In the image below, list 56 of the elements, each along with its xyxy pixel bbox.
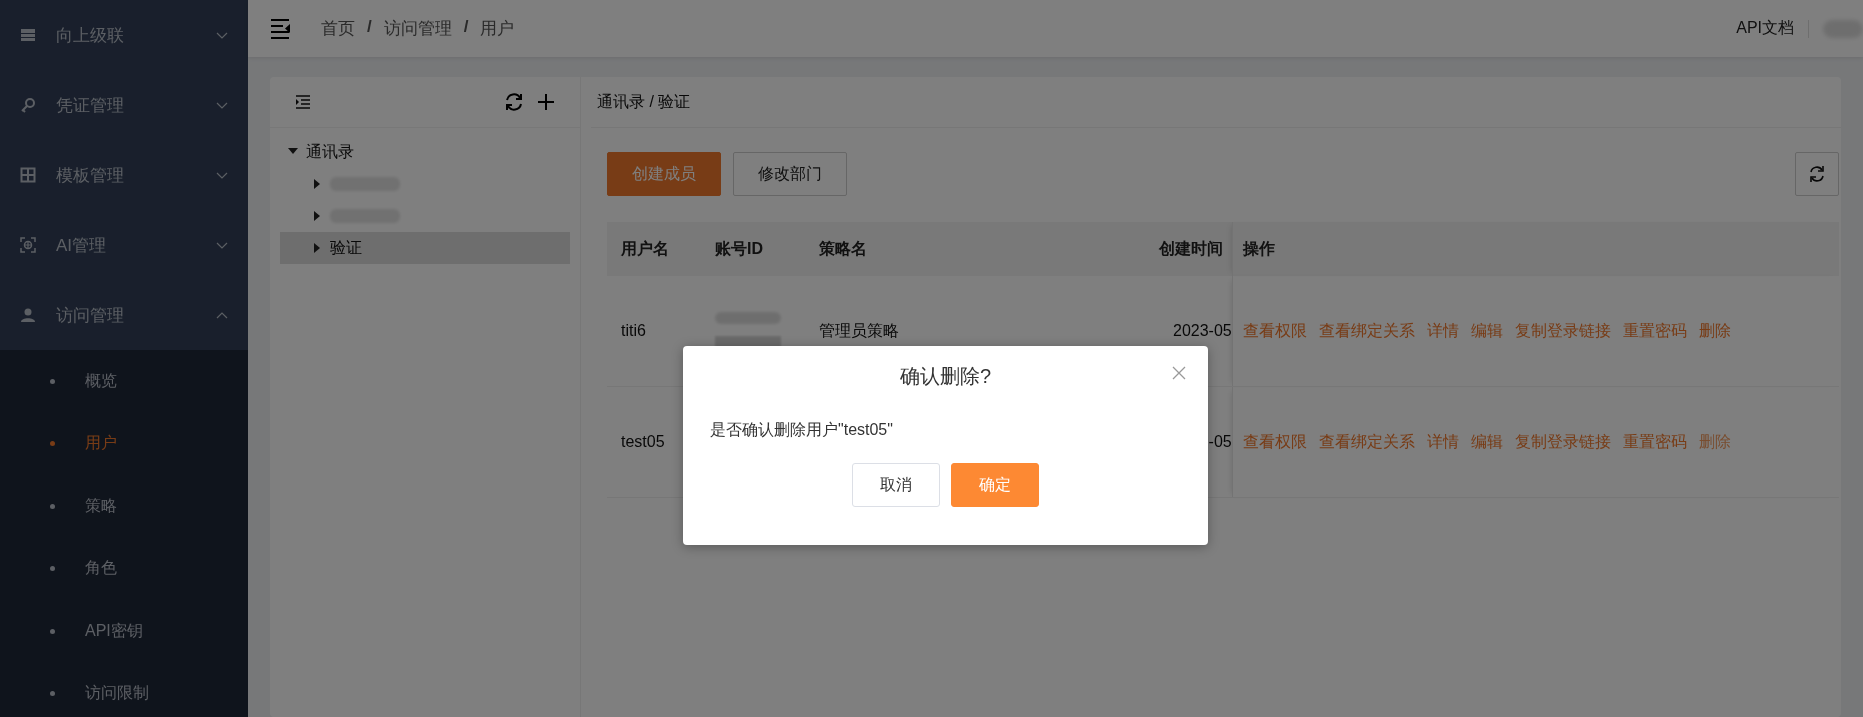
submenu-item[interactable]: 策略 [0, 475, 248, 538]
action-link[interactable]: 详情 [1426, 320, 1459, 342]
submenu-item[interactable]: 概览 [0, 350, 248, 413]
server-icon [20, 27, 36, 43]
submenu-item[interactable]: API密钥 [0, 600, 248, 663]
docs-link[interactable]: API文档 [1736, 18, 1794, 39]
refresh-icon [1808, 165, 1826, 183]
column-header: 创建时间 [1159, 222, 1233, 276]
scan-icon [20, 237, 36, 253]
grid-icon [20, 167, 36, 183]
cancel-button[interactable]: 取消 [852, 463, 940, 507]
action-link[interactable]: 复制登录链接 [1514, 431, 1611, 453]
dialog-message: 是否确认删除用户"test05" [710, 420, 894, 440]
tree-node[interactable]: 验证 [280, 232, 570, 264]
breadcrumb-item[interactable]: 首页 [321, 17, 355, 40]
action-link[interactable]: 重置密码 [1622, 431, 1687, 453]
menu-item[interactable]: 模板管理 [0, 140, 248, 210]
action-link[interactable]: 编辑 [1470, 431, 1503, 453]
menu-item[interactable]: 凭证管理 [0, 70, 248, 140]
action-link[interactable]: 详情 [1426, 431, 1459, 453]
breadcrumb-separator: / [367, 17, 372, 38]
action-link[interactable]: 编辑 [1470, 320, 1503, 342]
column-header: 账号ID [701, 222, 805, 276]
submenu-item[interactable]: 访问限制 [0, 662, 248, 717]
indent-icon [295, 95, 311, 109]
action-link[interactable]: 查看绑定关系 [1318, 320, 1415, 342]
key-icon [20, 97, 36, 113]
add-icon[interactable] [537, 93, 555, 111]
column-header: 策略名 [805, 222, 1159, 276]
menu-item[interactable]: 访问管理 [0, 280, 248, 350]
toolbar-button[interactable]: 创建成员 [607, 152, 721, 196]
confirm-button[interactable]: 确定 [951, 463, 1039, 507]
tree-node[interactable]: 通讯录 [280, 136, 570, 168]
action-link[interactable]: 查看绑定关系 [1318, 431, 1415, 453]
action-link[interactable]: 重置密码 [1622, 320, 1687, 342]
refresh-icon[interactable] [503, 92, 525, 112]
action-link[interactable]: 删除 [1698, 320, 1731, 342]
column-header: 用户名 [607, 222, 701, 276]
action-link[interactable]: 查看权限 [1242, 431, 1307, 453]
dialog-title: 确认删除? [899, 363, 992, 389]
menu-item[interactable]: 向上级联 [0, 0, 248, 70]
submenu-item[interactable]: 角色 [0, 537, 248, 600]
menu-icon [270, 18, 291, 39]
refresh-button[interactable] [1795, 152, 1839, 196]
action-link[interactable]: 复制登录链接 [1514, 320, 1611, 342]
user-icon [20, 307, 36, 323]
toolbar-button[interactable]: 修改部门 [733, 152, 847, 196]
breadcrumb-separator: / [463, 17, 469, 38]
action-link[interactable]: 查看权限 [1242, 320, 1307, 342]
breadcrumb-item[interactable]: 访问管理 [383, 17, 452, 40]
panel-title: 通讯录 / 验证 [591, 77, 1841, 128]
close-icon[interactable] [1172, 366, 1186, 380]
submenu-item[interactable]: 用户 [0, 412, 248, 475]
breadcrumb-item[interactable]: 用户 [480, 17, 515, 40]
menu-item[interactable]: AI管理 [0, 210, 248, 280]
column-header: 操作 [1232, 222, 1839, 276]
